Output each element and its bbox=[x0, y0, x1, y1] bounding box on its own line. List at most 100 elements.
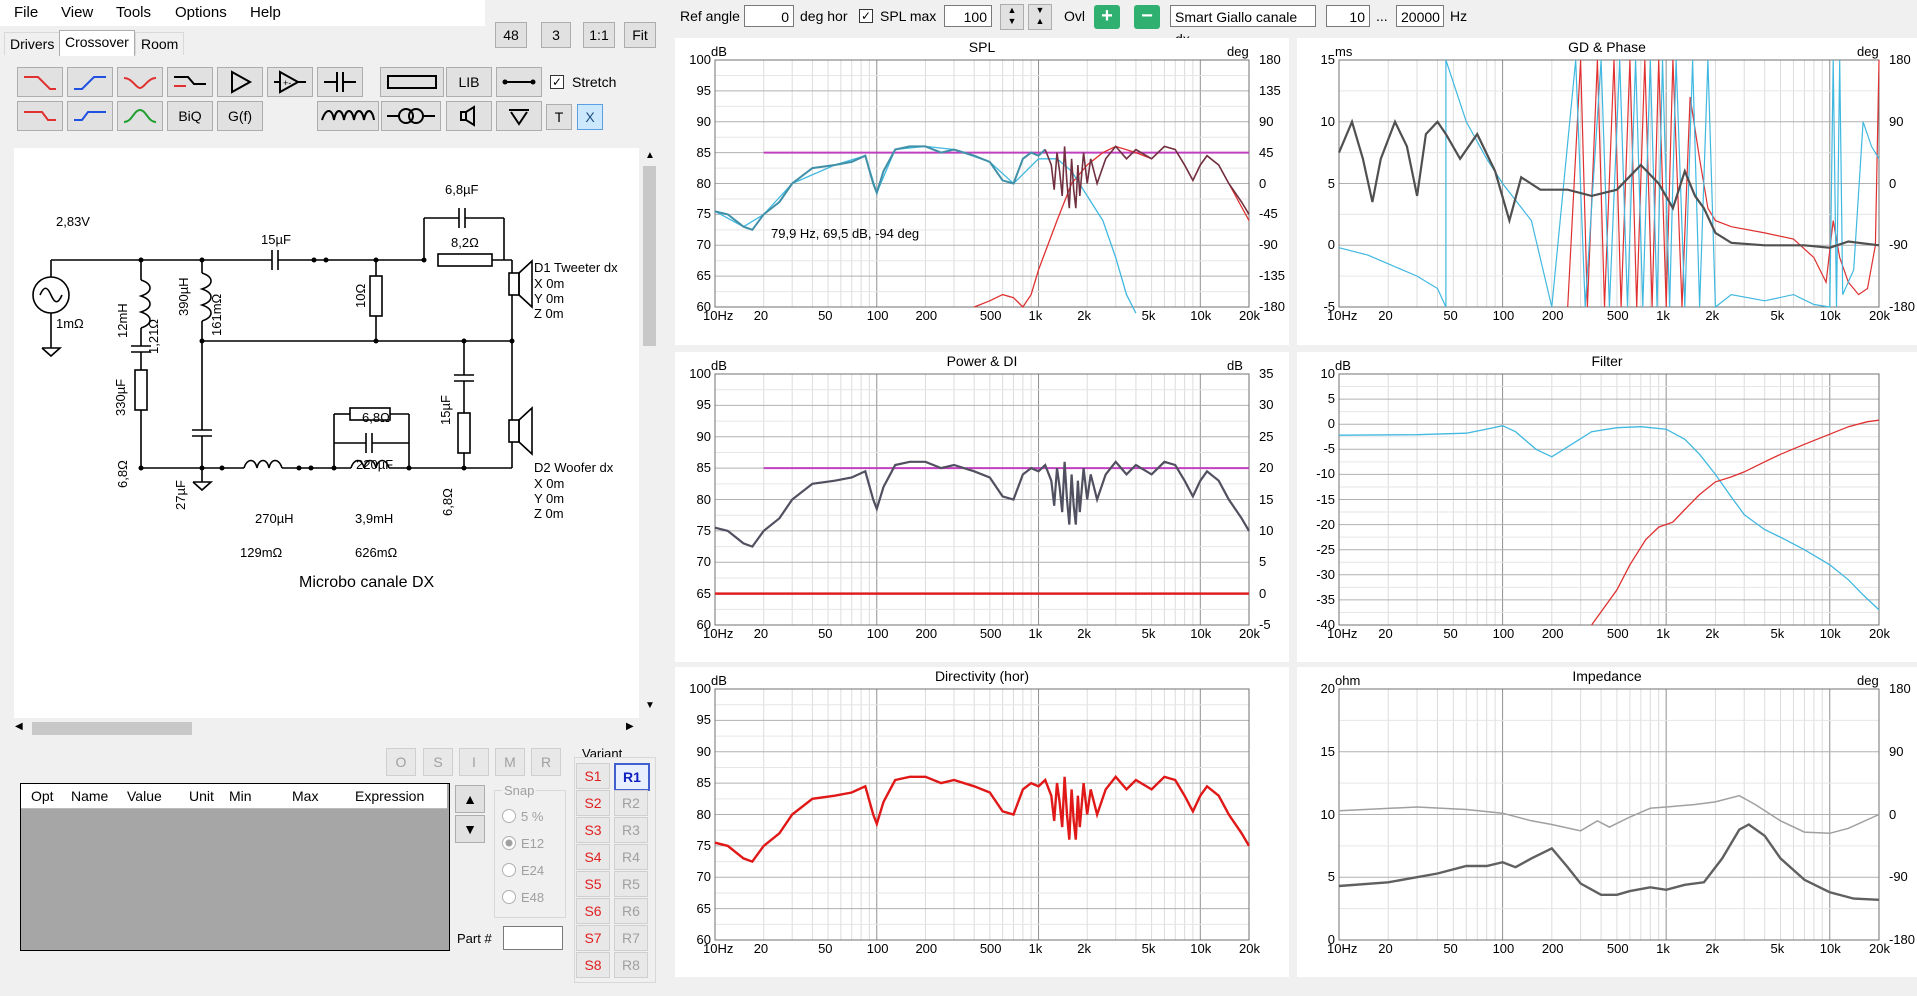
vscroll-thumb[interactable] bbox=[643, 166, 656, 346]
schematic-hscroll[interactable]: ◀ ▶ bbox=[14, 720, 639, 737]
ground-button[interactable] bbox=[496, 101, 542, 131]
menu-tools[interactable]: Tools bbox=[116, 4, 151, 21]
wire-button[interactable] bbox=[496, 67, 542, 97]
directivity-chart[interactable]: Directivity (hor) dB 100 95 90 85 80 75 70 65 60 10… bbox=[675, 667, 1289, 977]
snap-e24-radio[interactable]: E24 bbox=[502, 863, 544, 878]
zoom-48-button[interactable]: 48 bbox=[495, 22, 527, 48]
x-button[interactable]: X bbox=[577, 104, 603, 130]
capacitor-button[interactable] bbox=[317, 67, 363, 97]
gf-button[interactable]: G(f) bbox=[217, 101, 263, 131]
variant-s3-button[interactable]: S3 bbox=[576, 817, 610, 843]
variant-s6-button[interactable]: S6 bbox=[576, 898, 610, 924]
resistor-button[interactable] bbox=[380, 67, 444, 97]
variant-r7-button[interactable]: R7 bbox=[614, 925, 648, 951]
bandpass-green-button[interactable] bbox=[117, 101, 163, 131]
schematic-vscroll[interactable]: ▲ ▼ bbox=[641, 148, 658, 718]
freq-min-input[interactable]: 10 bbox=[1326, 5, 1370, 27]
variant-r8-button[interactable]: R8 bbox=[614, 952, 648, 978]
spin-up-icon[interactable]: ▲ bbox=[1008, 5, 1017, 15]
variant-s4-button[interactable]: S4 bbox=[576, 844, 610, 870]
filter-chart[interactable]: Filter dB 10 5 0 -5 -10 -15 -20 -25 -30 -35 -40 10Hz 2… bbox=[1297, 352, 1917, 662]
x-tick-label: 20k bbox=[1239, 941, 1260, 956]
variant-r3-button[interactable]: R3 bbox=[614, 817, 648, 843]
opamp-button[interactable]: +- bbox=[267, 67, 313, 97]
remove-overlay-button[interactable]: − bbox=[1134, 5, 1160, 29]
menu-help[interactable]: Help bbox=[250, 4, 281, 21]
menu-options[interactable]: Options bbox=[175, 4, 227, 21]
biquad-button[interactable]: BiQ bbox=[167, 101, 213, 131]
variant-s1-button[interactable]: S1 bbox=[576, 763, 610, 789]
scroll-down-icon[interactable]: ▼ bbox=[645, 700, 655, 711]
spl-max-checkbox[interactable]: ✓ bbox=[859, 9, 873, 23]
notch-red-button[interactable] bbox=[117, 67, 163, 97]
variant-r1-button[interactable]: R1 bbox=[614, 763, 650, 791]
ref-angle-input[interactable]: 0 bbox=[744, 5, 794, 27]
col-expression[interactable]: Expression bbox=[355, 788, 424, 804]
col-value[interactable]: Value bbox=[127, 788, 162, 804]
lib-button[interactable]: LIB bbox=[446, 67, 492, 97]
scroll-right-icon[interactable]: ▶ bbox=[626, 721, 634, 732]
variant-s5-button[interactable]: S5 bbox=[576, 871, 610, 897]
menu-view[interactable]: View bbox=[61, 4, 93, 21]
move-up-button[interactable]: ▲ bbox=[455, 785, 485, 813]
spl-chart[interactable]: SPL dB deg 100 95 90 85 80 75 70 65 60 180 135 90 45 0 -4… bbox=[675, 38, 1289, 345]
move-down-button[interactable]: ▼ bbox=[455, 815, 485, 843]
speaker-button[interactable] bbox=[446, 101, 492, 131]
snap-e48-radio[interactable]: E48 bbox=[502, 890, 544, 905]
opt-s-button[interactable]: S bbox=[423, 748, 453, 776]
shelf-button[interactable] bbox=[167, 67, 213, 97]
variant-s2-button[interactable]: S2 bbox=[576, 790, 610, 816]
power-di-chart[interactable]: Power & DI dB dB 100 95 90 85 80 75 70 65 60 35 30 25 2… bbox=[675, 352, 1289, 662]
snap-e12-radio[interactable]: E12 bbox=[502, 836, 544, 851]
col-name[interactable]: Name bbox=[71, 788, 108, 804]
lowpass-red-button[interactable] bbox=[17, 67, 63, 97]
inductor-button[interactable] bbox=[317, 101, 379, 131]
opt-i-button[interactable]: I bbox=[459, 748, 489, 776]
lowpass2-red-button[interactable] bbox=[17, 101, 63, 131]
col-max[interactable]: Max bbox=[292, 788, 318, 804]
variant-r6-button[interactable]: R6 bbox=[614, 898, 648, 924]
x-tick-label: 1k bbox=[1656, 626, 1670, 641]
variant-r5-button[interactable]: R5 bbox=[614, 871, 648, 897]
freq-max-input[interactable]: 20000 bbox=[1396, 5, 1444, 27]
transformer-button[interactable] bbox=[381, 101, 441, 131]
opt-o-button[interactable]: O bbox=[386, 748, 416, 776]
add-overlay-button[interactable]: + bbox=[1094, 5, 1120, 29]
spl-max-input[interactable]: 100 bbox=[944, 5, 992, 27]
menu-file[interactable]: File bbox=[14, 4, 38, 21]
col-min[interactable]: Min bbox=[229, 788, 252, 804]
highpass2-blue-button[interactable] bbox=[67, 101, 113, 131]
snap-5pct-radio[interactable]: 5 % bbox=[502, 809, 543, 824]
stretch-checkbox[interactable]: ✓ bbox=[550, 75, 564, 89]
impedance-chart[interactable]: Impedance ohm deg 20 15 10 5 0 180 90 0 -90 -180 10Hz… bbox=[1297, 667, 1917, 977]
d2-name: D2 Woofer dx bbox=[534, 460, 614, 475]
tab-crossover[interactable]: Crossover bbox=[59, 30, 135, 56]
gd-phase-chart[interactable]: GD & Phase ms deg 15 10 5 0 -5 180 90 0 -90 -180 10Hz… bbox=[1297, 38, 1917, 345]
t-button[interactable]: T bbox=[546, 104, 572, 130]
hscroll-thumb[interactable] bbox=[32, 722, 192, 735]
highpass-blue-button[interactable] bbox=[67, 67, 113, 97]
tab-drivers[interactable]: Drivers bbox=[4, 32, 61, 55]
variant-s7-button[interactable]: S7 bbox=[576, 925, 610, 951]
spl-max-range-button[interactable]: ▼ ▲ bbox=[1028, 4, 1052, 30]
scroll-up-icon[interactable]: ▲ bbox=[645, 150, 655, 161]
col-unit[interactable]: Unit bbox=[189, 788, 214, 804]
zoom-fit-button[interactable]: Fit bbox=[624, 22, 656, 48]
spl-max-spinner[interactable]: ▲ ▼ bbox=[1000, 4, 1024, 30]
schematic-canvas[interactable]: 2,83V 1mΩ 15µF 6,8µF 8,2Ω 10Ω 12mH 1,21Ω… bbox=[14, 148, 639, 718]
variant-r2-button[interactable]: R2 bbox=[614, 790, 648, 816]
spin-down-icon[interactable]: ▼ bbox=[1008, 16, 1017, 26]
zoom-1to1-button[interactable]: 1:1 bbox=[583, 22, 615, 48]
col-opt[interactable]: Opt bbox=[31, 788, 54, 804]
variant-r4-button[interactable]: R4 bbox=[614, 844, 648, 870]
amplifier-button[interactable] bbox=[217, 67, 263, 97]
variant-s8-button[interactable]: S8 bbox=[576, 952, 610, 978]
zoom-3-button[interactable]: 3 bbox=[541, 22, 571, 48]
scroll-left-icon[interactable]: ◀ bbox=[15, 721, 23, 732]
tab-room[interactable]: Room bbox=[135, 32, 185, 55]
x-tick-label: 100 bbox=[1492, 626, 1515, 641]
opt-r-button[interactable]: R bbox=[531, 748, 561, 776]
opt-m-button[interactable]: M bbox=[495, 748, 525, 776]
part-number-input[interactable] bbox=[503, 926, 563, 950]
driver-select[interactable]: Smart Giallo canale dx bbox=[1170, 5, 1316, 47]
